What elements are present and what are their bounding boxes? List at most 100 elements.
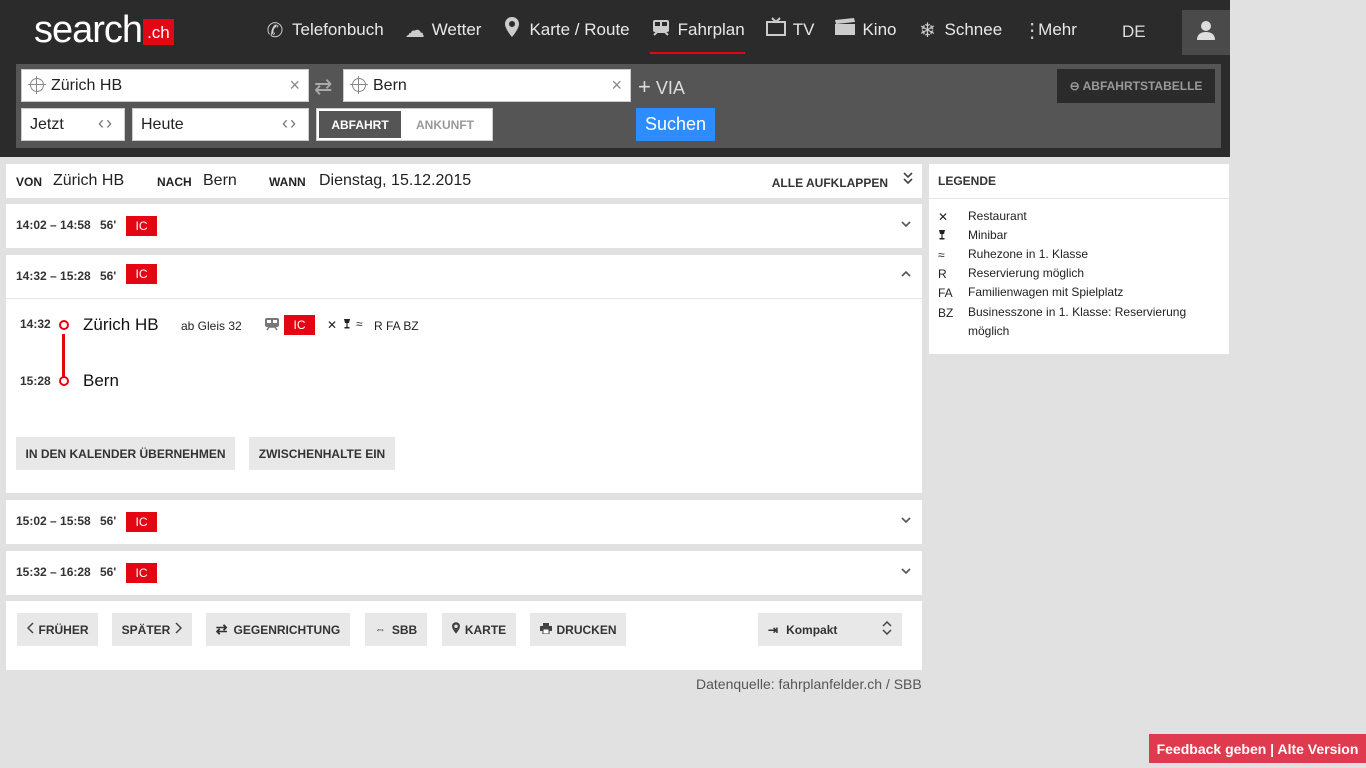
trip-row[interactable]: 15:32 – 16:28 56' IC [6, 551, 922, 595]
time-value: Jetzt [30, 116, 64, 133]
departure-board-button[interactable]: ⊖ ABFAHRTSTABELLE [1057, 69, 1215, 103]
trip-duration: 56' [100, 218, 117, 232]
clear-icon[interactable]: × [289, 75, 300, 96]
search-summary: VON Zürich HB NACH Bern WANN Dienstag, 1… [6, 164, 922, 198]
trip-header[interactable]: 14:32 – 15:28 56' IC [6, 255, 922, 299]
locate-icon[interactable] [28, 76, 46, 94]
nav-item-wetter[interactable]: ☁ Wetter [404, 12, 482, 48]
legend-desc: Businesszone in 1. Klasse: Reservierung … [968, 305, 1187, 338]
nav-label: Schnee [944, 20, 1003, 39]
nav-item-kino[interactable]: Kino [834, 12, 897, 48]
printer-icon [539, 622, 552, 637]
wann-label: WANN [269, 175, 306, 189]
train-category-badge: IC [126, 264, 157, 284]
legend-desc: Familienwagen mit Spielplatz [968, 285, 1124, 299]
legend-title: LEGENDE [938, 174, 997, 188]
legend-desc: Ruhezone in 1. Klasse [968, 247, 1089, 261]
reverse-direction-button[interactable]: ⇄ GEGENRICHTUNG [206, 613, 350, 646]
chevron-up-icon[interactable] [900, 265, 912, 283]
later-button[interactable]: SPÄTER [112, 613, 192, 646]
sbb-label: SBB [391, 622, 418, 637]
main-nav: ✆ Telefonbuch ☁ Wetter Karte / Route Fah… [264, 12, 1097, 54]
departure-option[interactable]: ABFAHRT [319, 111, 401, 138]
double-chevron-down-icon[interactable] [902, 171, 914, 188]
logo-word: search [34, 9, 143, 51]
trip-time: 14:32 – 15:28 [16, 269, 91, 283]
from-value: Zürich HB [51, 77, 123, 94]
nav-item-schnee[interactable]: ❄ Schnee [917, 12, 1003, 48]
quiet-zone-icon: ≈ [938, 248, 945, 262]
add-via-button[interactable]: + VIA [638, 74, 685, 100]
trip-row[interactable]: 14:02 – 14:58 56' IC [6, 204, 922, 248]
nav-label: Wetter [431, 20, 482, 39]
arrival-station[interactable]: Bern [83, 371, 119, 391]
earlier-button[interactable]: FRÜHER [17, 613, 98, 646]
legend-symbol: FA [938, 286, 953, 300]
chevron-down-icon[interactable] [900, 216, 912, 231]
date-field[interactable]: Heute ‹› [132, 108, 309, 141]
top-bar: search .ch ✆ Telefonbuch ☁ Wetter Karte … [0, 0, 1230, 157]
nav-item-mehr[interactable]: ⋮ Mehr [1022, 12, 1077, 48]
user-button[interactable] [1182, 10, 1230, 55]
swap-icon: ⇄ [215, 621, 228, 637]
arrival-stop-dot [59, 376, 69, 386]
nav-label: Telefonbuch [292, 20, 384, 39]
platform-info: ab Gleis 32 [181, 319, 242, 333]
legend-panel: LEGENDE ✕ Restaurant Minibar ≈ Ruhezone … [929, 164, 1229, 354]
to-field[interactable]: Bern × [343, 69, 631, 102]
sbb-logo-icon: ⇔ [374, 623, 386, 636]
from-field[interactable]: Zürich HB × [21, 69, 309, 102]
arrival-option[interactable]: ANKUNFT [401, 111, 489, 138]
phone-icon: ✆ [266, 19, 284, 42]
legend-symbol: R [938, 267, 947, 281]
trip-time: 14:02 – 14:58 [16, 218, 91, 232]
map-button[interactable]: KARTE [442, 613, 516, 646]
search-button[interactable]: Suchen [636, 108, 715, 141]
show-stops-button[interactable]: ZWISCHENHALTE EIN [249, 437, 395, 470]
train-icon [650, 17, 672, 43]
departure-stop-dot [59, 320, 69, 330]
add-to-calendar-button[interactable]: IN DEN KALENDER ÜBERNEHMEN [16, 437, 235, 470]
swap-icon[interactable]: ⇄ [314, 74, 332, 100]
compact-icon: ⇥ [768, 622, 779, 637]
weather-icon: ☁ [404, 19, 425, 42]
time-stepper-icon[interactable]: ‹› [98, 113, 114, 134]
nav-item-tv[interactable]: TV [765, 12, 814, 48]
print-button[interactable]: DRUCKEN [530, 613, 626, 646]
nach-value: Bern [203, 172, 237, 189]
restaurant-icon: ✕ [327, 318, 338, 332]
sbb-button[interactable]: ⇔ SBB [365, 613, 427, 646]
chevron-down-icon[interactable] [900, 512, 912, 527]
date-stepper-icon[interactable]: ‹› [282, 113, 298, 134]
clear-icon[interactable]: × [611, 75, 622, 96]
updown-chevron-icon [882, 620, 892, 638]
train-category-badge: IC [126, 216, 157, 236]
map-pin-icon [501, 17, 523, 43]
amenity-codes: R FA BZ [374, 319, 419, 333]
snowflake-icon: ❄ [919, 19, 936, 42]
trip-duration: 56' [100, 514, 117, 528]
nav-item-telefonbuch[interactable]: ✆ Telefonbuch [264, 12, 384, 48]
language-selector[interactable]: DE [1122, 22, 1146, 42]
expand-all-button[interactable]: ALLE AUFKLAPPEN [772, 176, 888, 190]
print-label: DRUCKEN [556, 622, 617, 637]
feedback-button[interactable]: Feedback geben | Alte Version [1149, 734, 1366, 763]
nav-label: Fahrplan [677, 20, 745, 39]
trip-duration: 56' [100, 565, 117, 579]
departure-station[interactable]: Zürich HB [83, 315, 159, 335]
chevron-down-icon[interactable] [900, 563, 912, 578]
view-mode-select[interactable]: ⇥ Kompakt [758, 613, 902, 646]
nav-label: Karte / Route [529, 20, 630, 39]
train-category-badge: IC [126, 563, 157, 583]
map-label: KARTE [464, 622, 507, 637]
time-field[interactable]: Jetzt ‹› [21, 108, 125, 141]
nach-label: NACH [157, 175, 192, 189]
logo[interactable]: search .ch [34, 9, 174, 51]
trip-row[interactable]: 15:02 – 15:58 56' IC [6, 500, 922, 544]
chevron-right-icon [175, 622, 183, 637]
locate-icon[interactable] [350, 76, 368, 94]
legend-desc: Reservierung möglich [968, 266, 1085, 280]
nav-item-fahrplan[interactable]: Fahrplan [649, 12, 745, 54]
user-icon [1196, 20, 1216, 45]
nav-item-karte[interactable]: Karte / Route [501, 12, 630, 48]
